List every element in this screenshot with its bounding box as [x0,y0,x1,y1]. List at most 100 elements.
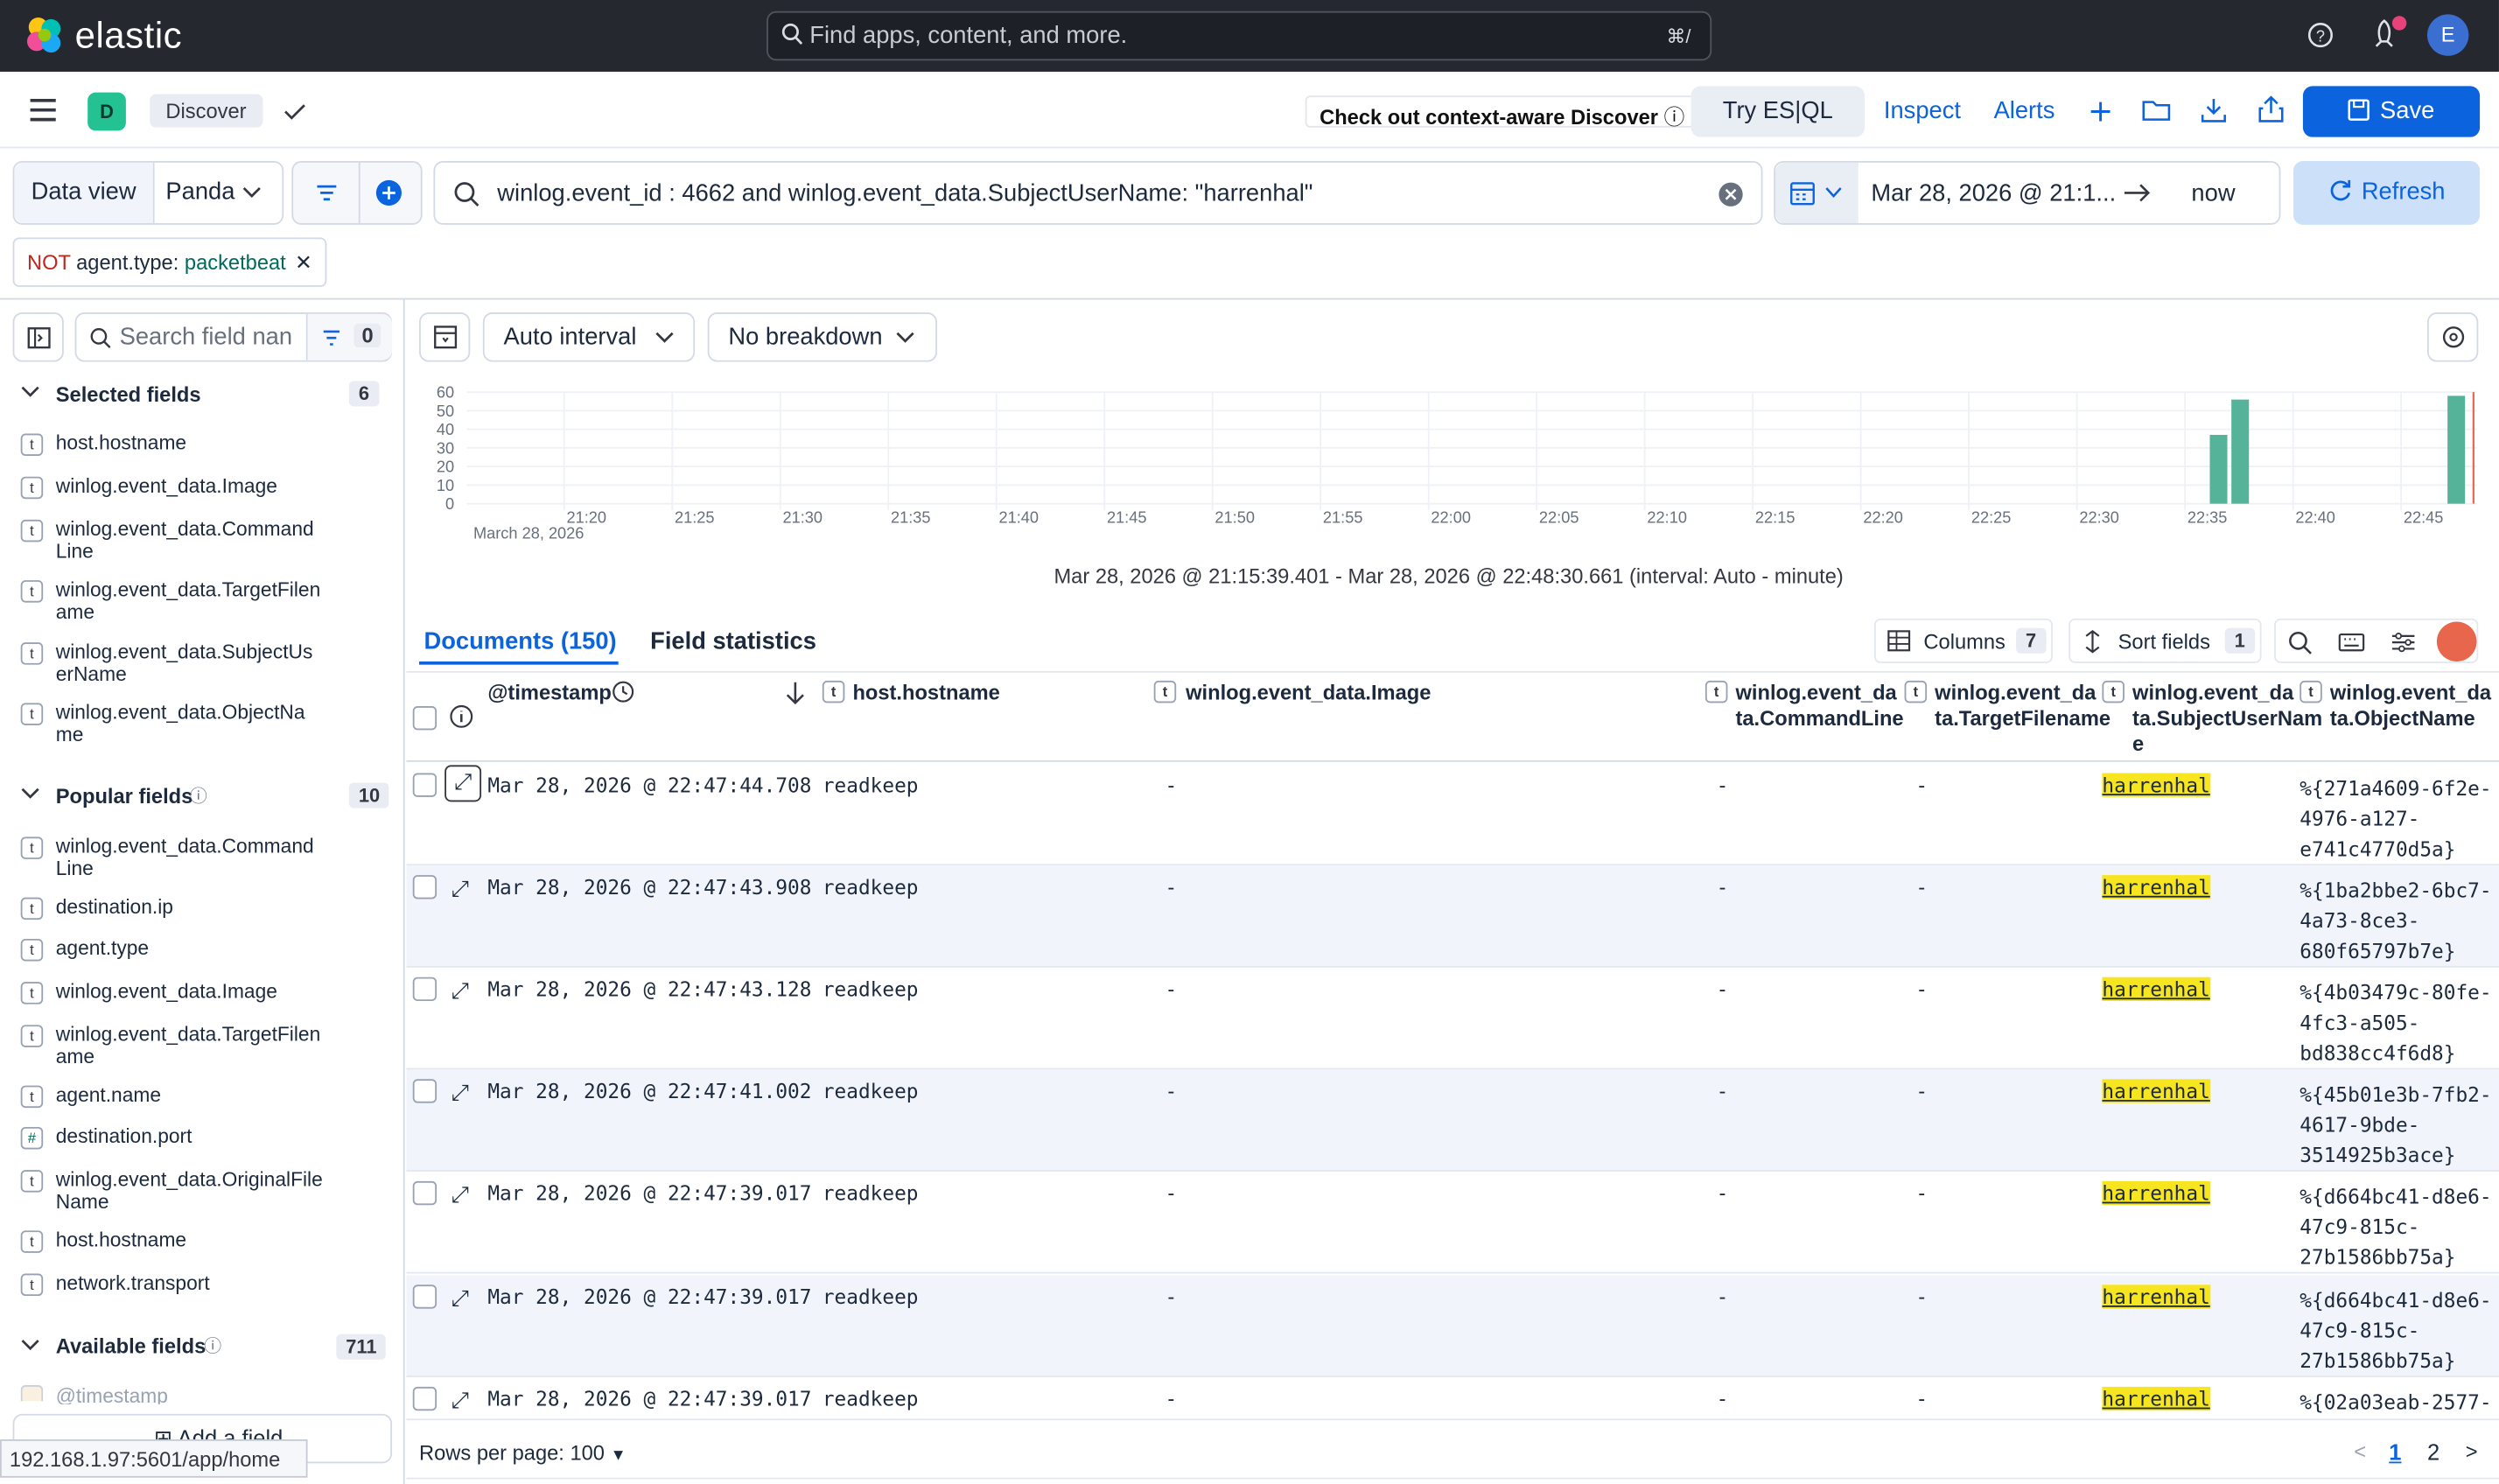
chevron-down-icon[interactable] [21,1337,40,1353]
field-item[interactable]: winlog.event_data.Command Line [56,518,382,563]
space-badge[interactable]: D [88,92,126,131]
table-row[interactable]: ⤢ Mar 28, 2026 @ 22:47:44.708 readkeep - - - h… [406,764,2499,866]
field-item[interactable]: agent.name [56,1084,382,1107]
chart-options-button[interactable] [2426,312,2479,362]
toggle-chart-button[interactable] [419,312,471,362]
expand-document-icon[interactable]: ⤢ [451,873,468,905]
histogram-chart[interactable]: 60 50 40 30 20 10 0 21:20 21:25 21:30 21:35 21:40 21… [417,380,2489,547]
row-select-checkbox[interactable] [412,875,438,900]
string-type-icon: t [20,476,44,500]
image-cell: - [1165,976,1178,1002]
field-item-timestamp[interactable]: @timestamp [56,1385,168,1404]
breadcrumb-discover[interactable]: Discover [150,94,262,128]
field-item[interactable]: winlog.event_data.Image [56,475,382,498]
date-start[interactable]: Mar 28, 2026 @ 21:1... [1871,180,2116,207]
keyboard-shortcuts-icon[interactable] [2338,631,2365,654]
sidebar-toggle-icon [27,326,51,349]
expand-document-icon[interactable]: ⤢ [451,1385,468,1417]
column-header-targetfilename[interactable]: winlog.event_da ta.TargetFilename [1935,681,2110,732]
kql-query-input[interactable]: winlog.event_id : 4662 and winlog.event_… [433,160,1763,225]
sort-descending-icon[interactable] [786,681,805,706]
date-end[interactable]: now [2191,180,2235,207]
remove-filter-icon[interactable]: ✕ [295,250,312,274]
interval-selector[interactable]: Auto interval [482,312,696,362]
expand-document-icon[interactable]: ⤢ [451,976,468,1007]
field-item[interactable]: winlog.event_data.Command Line [56,836,382,880]
context-aware-notice[interactable]: Check out context-aware Discover ⓘ [1305,95,1699,130]
date-picker[interactable]: Mar 28, 2026 @ 21:1... now [1774,160,2281,225]
share-icon[interactable] [2258,95,2284,122]
row-select-checkbox[interactable] [412,1079,438,1103]
display-settings-icon[interactable] [2390,631,2416,654]
new-plus-icon[interactable] [2090,99,2111,124]
field-item[interactable]: winlog.event_data.SubjectUs erName [56,640,382,685]
column-header-commandline[interactable]: winlog.event_da ta.CommandLine [1736,681,1904,732]
breakdown-selector[interactable]: No breakdown [707,312,937,362]
field-item[interactable]: winlog.event_data.TargetFilen ame [56,578,382,623]
field-item[interactable]: winlog.event_data.ObjectNa me [56,702,382,746]
column-header-hostname[interactable]: host.hostname [852,681,999,704]
field-search-input[interactable]: Search field nan 0 [74,312,393,362]
help-icon[interactable]: ? [2306,21,2335,50]
row-select-checkbox[interactable] [412,773,438,797]
clear-query-icon[interactable] [1718,182,1743,207]
user-avatar[interactable]: E [2426,14,2469,56]
field-item[interactable]: winlog.event_data.OriginalFile Name [56,1168,382,1213]
quick-menu-button[interactable] [1775,162,1858,224]
alerts-link[interactable]: Alerts [1994,97,2055,124]
download-icon[interactable] [2201,97,2226,122]
menu-icon[interactable] [29,97,58,122]
columns-button[interactable]: Columns 7 [1873,618,2053,663]
row-select-checkbox[interactable] [412,1284,438,1309]
inspect-link[interactable]: Inspect [1884,97,1961,124]
tab-field-statistics[interactable]: Field statistics [650,628,816,655]
add-filter-icon[interactable] [374,178,403,207]
chevron-down-icon[interactable] [21,786,40,802]
column-header-image[interactable]: winlog.event_data.Image [1186,681,1431,704]
popular-fields-heading[interactable]: Popular fields [56,784,193,808]
table-row[interactable]: ⤢ Mar 28, 2026 @ 22:47:41.002 readkeep - - - h… [406,1069,2499,1172]
expand-document-icon[interactable]: ⤢ [451,1180,468,1211]
search-icon[interactable] [2287,630,2313,655]
open-folder-icon[interactable] [2142,97,2171,122]
filter-menu-icon[interactable] [316,183,338,202]
save-button[interactable]: Save [2302,86,2481,137]
expand-document-icon[interactable]: ⤢ [451,1283,468,1314]
tab-documents[interactable]: Documents (150) [424,628,616,655]
table-row[interactable]: ⤢ Mar 28, 2026 @ 22:47:39.017 readkeep - - - h… [406,1275,2499,1377]
filter-pill[interactable]: NOT agent.type: packetbeat ✕ [12,237,327,287]
collapse-sidebar-button[interactable] [12,312,64,362]
field-item[interactable]: host.hostname [56,1229,382,1252]
table-row[interactable]: ⤢ Mar 28, 2026 @ 22:47:39.017 readkeep - - - h… [406,1172,2499,1274]
data-view-selector[interactable]: Data view Panda [12,160,284,225]
field-item[interactable]: destination.ip [56,896,382,919]
sort-count: 1 [2224,627,2255,654]
field-item[interactable]: winlog.event_data.Image [56,980,382,1003]
field-item[interactable]: destination.port [56,1125,382,1148]
field-item[interactable]: agent.type [56,937,382,960]
column-header-timestamp[interactable]: @timestamp [487,681,612,704]
assistant-avatar-icon[interactable] [2436,621,2477,662]
row-select-checkbox[interactable] [412,1180,438,1206]
field-item[interactable]: network.transport [56,1272,382,1295]
field-item[interactable]: host.hostname [56,432,382,455]
table-row[interactable]: ⤢ Mar 28, 2026 @ 22:47:43.128 readkeep - - - h… [406,968,2499,1070]
try-esql-button[interactable]: Try ES|QL [1690,86,1866,137]
elastic-logo-icon[interactable] [24,14,65,55]
column-header-subjectusername[interactable]: winlog.event_da ta.SubjectUserNam e [2132,681,2322,757]
sort-fields-button[interactable]: Sort fields 1 [2068,618,2262,663]
row-select-checkbox[interactable] [412,1386,438,1411]
selected-fields-heading[interactable]: Selected fields [56,382,201,406]
table-row[interactable]: ⤢ Mar 28, 2026 @ 22:47:39.017 readkeep - - - h… [406,1377,2499,1480]
row-select-checkbox[interactable] [412,976,438,1002]
global-search-input[interactable]: Find apps, content, and more. ⌘/ [766,10,1712,61]
column-header-objectname[interactable]: winlog.event_da ta.ObjectName [2330,681,2491,732]
expand-document-icon[interactable]: ⤢ [444,765,482,802]
select-all-checkbox[interactable] [412,706,438,731]
chevron-down-icon[interactable] [21,384,40,400]
refresh-button[interactable]: Refresh [2292,160,2481,225]
table-row[interactable]: ⤢ Mar 28, 2026 @ 22:47:43.908 readkeep - - - h… [406,865,2499,968]
field-item[interactable]: winlog.event_data.TargetFilen ame [56,1024,382,1068]
expand-document-icon[interactable]: ⤢ [451,1077,468,1109]
available-fields-heading[interactable]: Available fields [56,1334,206,1358]
